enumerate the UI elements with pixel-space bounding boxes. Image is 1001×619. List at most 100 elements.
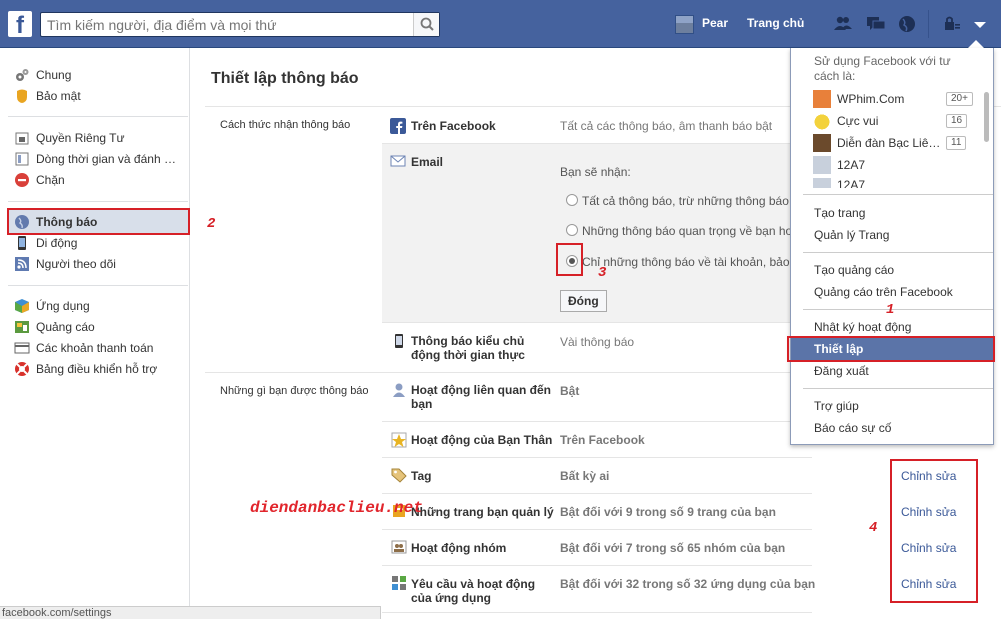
sidebar-item-label: Di động <box>36 236 78 250</box>
sidebar-item-label: Chặn <box>36 173 65 187</box>
block-icon <box>14 172 30 188</box>
sidebar-item-general[interactable]: Chung <box>14 65 71 85</box>
sidebar-divider <box>8 285 188 286</box>
row-divider <box>382 565 812 566</box>
ads-icon <box>14 319 30 335</box>
row-value: Bật <box>560 384 580 398</box>
sidebar-divider <box>8 201 188 202</box>
group-icon <box>391 539 407 555</box>
dropdown-divider <box>803 309 993 310</box>
email-option-label-1[interactable]: Tất cả thông báo, trừ những thông báo <box>582 194 789 208</box>
push-value: Vài thông báo <box>560 335 635 349</box>
sidebar-item-notifications[interactable]: Thông báo <box>14 212 97 232</box>
sidebar-item-label: Người theo dõi <box>36 257 116 271</box>
sidebar-divider <box>8 116 188 117</box>
page-item[interactable]: 12A7 <box>813 156 865 174</box>
profile-link[interactable]: Pear <box>702 16 728 30</box>
menu-report-problem[interactable]: Báo cáo sự cố <box>814 421 891 435</box>
shield-icon <box>14 88 30 104</box>
home-link[interactable]: Trang chủ <box>747 16 804 30</box>
sidebar-item-payments[interactable]: Các khoản thanh toán <box>14 338 153 358</box>
privacy-shortcuts-icon[interactable] <box>942 14 962 34</box>
page-thumbnail <box>813 134 831 152</box>
menu-log-out[interactable]: Đăng xuất <box>814 364 869 378</box>
close-button[interactable]: Đóng <box>560 290 607 312</box>
email-option-label-2[interactable]: Những thông báo quan trọng về bạn ho <box>582 224 792 238</box>
row-value: Trên Facebook <box>560 433 645 447</box>
search-box[interactable] <box>40 12 440 37</box>
push-name: Thông báo kiểu chủ động thời gian thực <box>411 334 525 362</box>
email-option-radio-2[interactable] <box>566 224 578 236</box>
row-divider <box>382 612 812 613</box>
mobile-icon <box>14 235 30 251</box>
sidebar-item-ads[interactable]: Quảng cáo <box>14 317 95 337</box>
rss-icon <box>14 256 30 272</box>
sidebar-item-privacy[interactable]: Quyền Riêng Tư <box>14 128 125 148</box>
sidebar-item-label: Thông báo <box>36 215 98 229</box>
row-name: Hoạt động liên quan đến bạn <box>411 383 551 411</box>
row-value: Bật đối với 9 trong số 9 trang của bạn <box>560 505 776 519</box>
page-item[interactable]: Diễn đàn Bạc Liê… <box>813 134 940 152</box>
page-item[interactable]: WPhim.Com <box>813 90 904 108</box>
annotation-number: 1 <box>886 302 895 318</box>
email-prompt: Bạn sẽ nhận: <box>560 165 631 179</box>
timeline-icon <box>14 151 30 167</box>
page-item[interactable]: Cực vui <box>813 112 878 130</box>
menu-manage-pages[interactable]: Quản lý Trang <box>814 228 889 242</box>
page-badge: 11 <box>946 136 967 150</box>
page-name: WPhim.Com <box>837 92 905 106</box>
page-name: 12A7 <box>837 158 866 172</box>
annotation-number: 4 <box>869 520 878 536</box>
lifebuoy-icon <box>14 361 30 377</box>
sidebar-item-mobile[interactable]: Di động <box>14 233 77 253</box>
profile-avatar[interactable] <box>675 15 694 34</box>
email-option-label-3[interactable]: Chỉ những thông báo về tài khoản, bảo <box>582 255 790 269</box>
row-divider <box>382 322 812 323</box>
sidebar-item-apps[interactable]: Ứng dụng <box>14 296 90 316</box>
email-option-radio-1[interactable] <box>566 194 578 206</box>
menu-help[interactable]: Trợ giúp <box>814 399 859 413</box>
row-divider <box>382 421 812 422</box>
sidebar-item-support[interactable]: Bảng điều khiển hỗ trợ <box>14 359 157 379</box>
dropdown-scrollbar[interactable] <box>984 92 989 142</box>
page-badge: 16 <box>946 114 968 128</box>
menu-create-page[interactable]: Tạo trang <box>814 206 865 220</box>
menu-activity-log[interactable]: Nhật ký hoạt động <box>814 320 911 334</box>
email-icon <box>390 153 406 169</box>
row-value: Bật đối với 32 trong số 32 ứng dụng của … <box>560 577 816 591</box>
email-name: Email <box>411 155 444 169</box>
page-item[interactable]: 12A7 <box>813 178 865 188</box>
push-mobile-icon <box>391 333 407 349</box>
account-menu-icon[interactable] <box>970 14 990 34</box>
menu-advertise-on-facebook[interactable]: Quảng cáo trên Facebook <box>814 285 953 299</box>
page-name: Cực vui <box>837 114 879 128</box>
page-title: Thiết lập thông báo <box>211 70 359 87</box>
globe-icon <box>14 214 30 230</box>
watermark-text: diendanbaclieu.net <box>250 499 423 517</box>
section-delivery-label: Cách thức nhận thông báo <box>220 119 351 131</box>
page-badge: 20+ <box>946 92 973 106</box>
friend-requests-icon[interactable] <box>833 14 853 34</box>
page-thumbnail <box>813 112 831 130</box>
card-icon <box>14 340 30 356</box>
email-settings-panel: Email Bạn sẽ nhận: Tất cả thông báo, trừ… <box>382 144 812 322</box>
messages-icon[interactable] <box>866 14 886 34</box>
annotation-number: 2 <box>207 216 216 232</box>
sidebar-item-blocking[interactable]: Chặn <box>14 170 65 190</box>
facebook-logo[interactable]: f <box>8 11 32 37</box>
menu-create-ad[interactable]: Tạo quảng cáo <box>814 263 894 277</box>
sidebar-item-followers[interactable]: Người theo dõi <box>14 254 116 274</box>
notifications-globe-icon[interactable] <box>897 14 917 34</box>
sidebar-item-label: Bảng điều khiển hỗ trợ <box>36 362 158 376</box>
star-icon <box>391 432 407 448</box>
row-name: Tag <box>411 469 432 483</box>
search-button[interactable] <box>413 13 439 36</box>
sidebar-item-security[interactable]: Bảo mật <box>14 86 81 106</box>
top-divider <box>928 10 929 38</box>
on-facebook-name: Trên Facebook <box>411 119 496 133</box>
sidebar-item-label: Chung <box>36 68 72 82</box>
row-value: Bật đối với 7 trong số 65 nhóm của bạn <box>560 541 786 555</box>
page-name: Diễn đàn Bạc Liê… <box>837 136 941 150</box>
search-input[interactable] <box>41 13 413 36</box>
sidebar-item-timeline[interactable]: Dòng thời gian và đánh … <box>14 149 176 169</box>
